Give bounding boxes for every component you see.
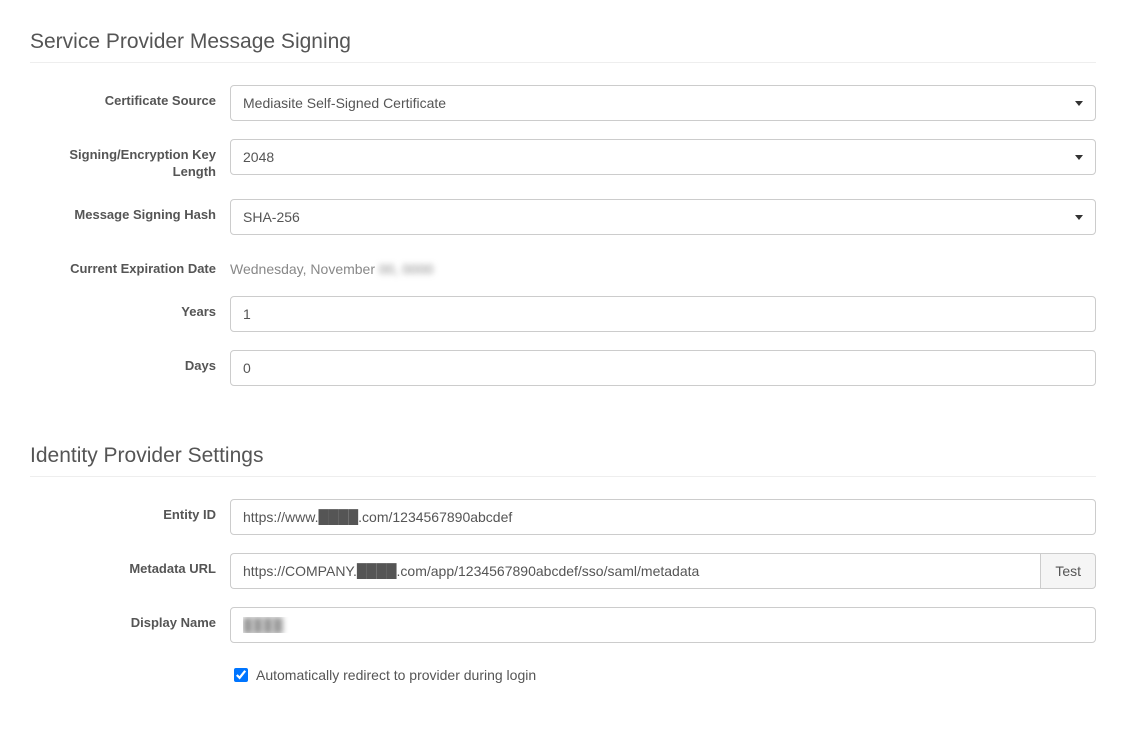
label-auto-redirect-spacer	[30, 661, 230, 669]
metadata-url-input[interactable]	[230, 553, 1040, 589]
row-key-length: Signing/Encryption Key Length 2048	[30, 139, 1096, 181]
label-years: Years	[30, 296, 230, 321]
expiration-date-prefix: Wednesday, November	[230, 261, 379, 277]
label-message-hash: Message Signing Hash	[30, 199, 230, 224]
auto-redirect-text: Automatically redirect to provider durin…	[256, 667, 536, 683]
message-hash-select[interactable]: SHA-256	[230, 199, 1096, 235]
label-display-name: Display Name	[30, 607, 230, 632]
display-name-input[interactable]	[230, 607, 1096, 643]
days-input[interactable]	[230, 350, 1096, 386]
row-days: Days	[30, 350, 1096, 386]
test-button[interactable]: Test	[1040, 553, 1096, 589]
idp-section-title: Identity Provider Settings	[30, 444, 1096, 477]
caret-down-icon	[1075, 215, 1083, 220]
row-expiration-date: Current Expiration Date Wednesday, Novem…	[30, 253, 1096, 278]
row-metadata-url: Metadata URL Test	[30, 553, 1096, 589]
entity-id-input[interactable]	[230, 499, 1096, 535]
auto-redirect-checkbox[interactable]	[234, 668, 248, 682]
expiration-date-value: Wednesday, November 00, 0000	[230, 253, 433, 277]
key-length-select[interactable]: 2048	[230, 139, 1096, 175]
row-display-name: Display Name	[30, 607, 1096, 643]
label-entity-id: Entity ID	[30, 499, 230, 524]
auto-redirect-label[interactable]: Automatically redirect to provider durin…	[230, 661, 536, 685]
certificate-source-select[interactable]: Mediasite Self-Signed Certificate	[230, 85, 1096, 121]
label-days: Days	[30, 350, 230, 375]
label-key-length: Signing/Encryption Key Length	[30, 139, 230, 181]
row-certificate-source: Certificate Source Mediasite Self-Signed…	[30, 85, 1096, 121]
label-metadata-url: Metadata URL	[30, 553, 230, 578]
message-hash-value: SHA-256	[243, 209, 300, 225]
row-entity-id: Entity ID	[30, 499, 1096, 535]
caret-down-icon	[1075, 101, 1083, 106]
row-auto-redirect: Automatically redirect to provider durin…	[30, 661, 1096, 685]
row-years: Years	[30, 296, 1096, 332]
years-input[interactable]	[230, 296, 1096, 332]
key-length-value: 2048	[243, 149, 274, 165]
sp-section-title: Service Provider Message Signing	[30, 30, 1096, 63]
label-expiration-date: Current Expiration Date	[30, 253, 230, 278]
expiration-date-redacted: 00, 0000	[379, 261, 434, 277]
caret-down-icon	[1075, 155, 1083, 160]
row-message-hash: Message Signing Hash SHA-256	[30, 199, 1096, 235]
label-certificate-source: Certificate Source	[30, 85, 230, 110]
certificate-source-value: Mediasite Self-Signed Certificate	[243, 95, 446, 111]
